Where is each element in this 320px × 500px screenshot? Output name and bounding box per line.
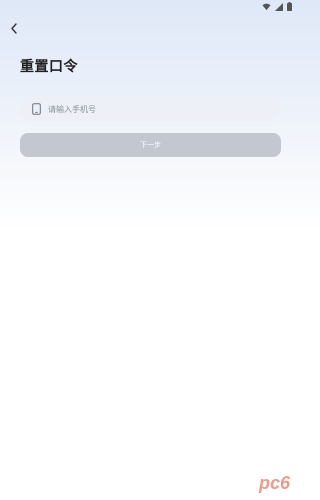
back-button[interactable] [6,20,22,36]
phone-icon [31,103,41,116]
signal-icon [275,2,283,11]
status-bar [0,0,300,14]
status-icons [262,2,292,11]
battery-icon [287,2,292,11]
chevron-left-icon [10,19,18,38]
phone-input[interactable] [48,104,248,114]
watermark-text: pc6 [258,473,290,493]
watermark-logo: pc6 [259,474,290,492]
phone-field[interactable] [20,97,281,121]
wifi-icon [262,3,271,11]
page-title: 重置口令 [20,59,78,75]
next-button[interactable]: 下一步 [20,133,281,157]
